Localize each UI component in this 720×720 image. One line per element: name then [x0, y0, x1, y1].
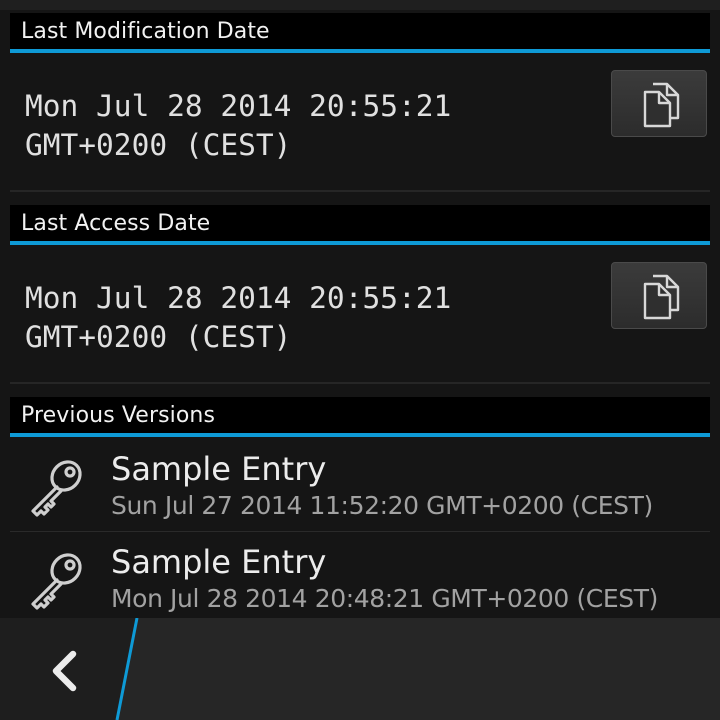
item-subtitle: Sun Jul 27 2014 11:52:20 GMT+0200 (CEST) [111, 491, 653, 520]
section-header-label: Last Modification Date [21, 19, 270, 44]
date-line-2: GMT+0200 (CEST) [25, 128, 292, 162]
last-access-row: Mon Jul 28 2014 20:55:21 GMT+0200 (CEST) [10, 247, 710, 384]
item-subtitle: Mon Jul 28 2014 20:48:21 GMT+0200 (CEST) [111, 584, 658, 612]
section-header-last-access: Last Access Date [10, 205, 710, 245]
chevron-left-icon [52, 650, 77, 692]
section-header-label: Previous Versions [21, 403, 216, 428]
last-modification-row: Mon Jul 28 2014 20:55:21 GMT+0200 (CEST) [10, 55, 710, 192]
item-title: Sample Entry [111, 543, 327, 581]
copy-icon [643, 274, 680, 320]
key-icon [31, 460, 82, 517]
list-item[interactable]: Sample Entry Sun Jul 27 2014 11:52:20 GM… [10, 440, 710, 532]
copy-icon [643, 82, 680, 128]
item-title: Sample Entry [111, 450, 327, 488]
last-access-value: Mon Jul 28 2014 20:55:21 GMT+0200 (CEST) [25, 279, 451, 357]
section-header-label: Last Access Date [21, 211, 211, 236]
section-header-last-modification: Last Modification Date [10, 13, 710, 53]
date-line-2: GMT+0200 (CEST) [25, 320, 292, 354]
screen: Last Modification Date Mon Jul 28 2014 2… [0, 0, 720, 720]
date-line-1: Mon Jul 28 2014 20:55:21 [25, 89, 452, 123]
last-modification-value: Mon Jul 28 2014 20:55:21 GMT+0200 (CEST) [25, 87, 451, 165]
back-button[interactable] [0, 618, 125, 720]
top-edge [0, 0, 720, 10]
copy-last-access-button[interactable] [611, 262, 707, 329]
date-line-1: Mon Jul 28 2014 20:55:21 [25, 281, 452, 315]
section-header-previous-versions: Previous Versions [10, 397, 710, 437]
previous-versions-list[interactable]: Sample Entry Sun Jul 27 2014 11:52:20 GM… [0, 440, 720, 612]
copy-last-modification-button[interactable] [611, 70, 707, 137]
key-icon [31, 553, 82, 610]
list-item[interactable]: Sample Entry Mon Jul 28 2014 20:48:21 GM… [10, 533, 710, 612]
action-bar [0, 618, 720, 720]
